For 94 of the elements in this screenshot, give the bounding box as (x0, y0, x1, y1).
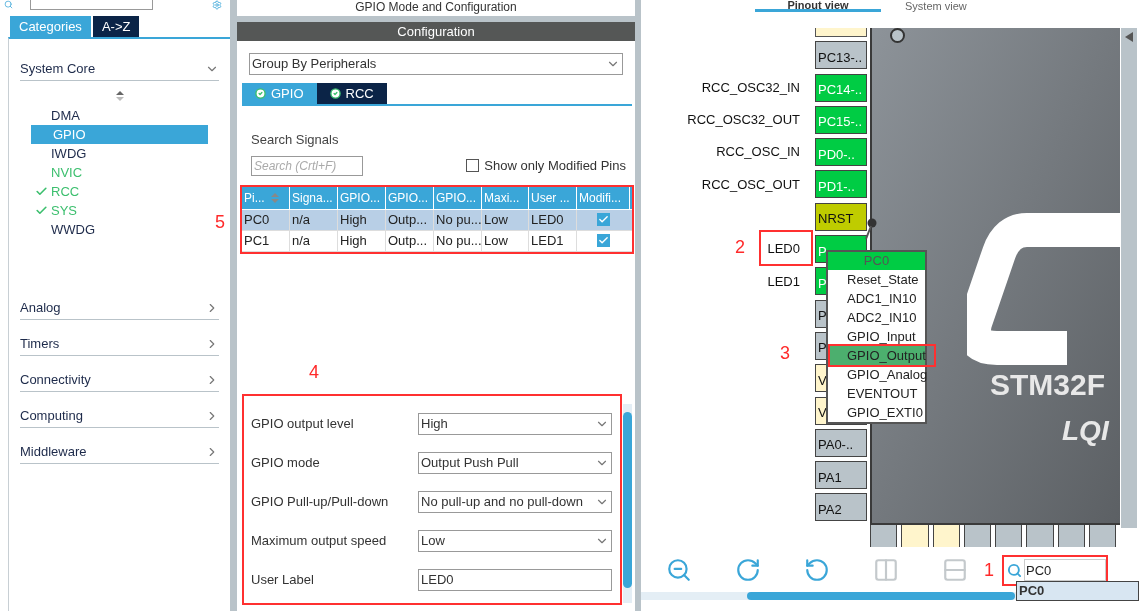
pin-signal-label: RCC_OSC32_IN (701, 79, 800, 95)
annotation-number: 1 (984, 561, 994, 579)
category-header[interactable]: Middleware (20, 428, 219, 464)
annotation-box (759, 230, 813, 266)
suggestion-item[interactable]: PC0 (1017, 582, 1138, 600)
table-cell: Outp... (386, 209, 434, 230)
checkbox[interactable] (597, 234, 610, 247)
table-row[interactable]: PC0 n/a High Outp... No pu... Low LED0 (242, 209, 632, 231)
menu-item[interactable]: ADC1_IN10 (828, 289, 925, 308)
search-icon[interactable] (1007, 561, 1022, 579)
sort-icon[interactable] (115, 91, 124, 101)
panel-title: GPIO Mode and Configuration (237, 0, 635, 16)
peripheral-tab[interactable]: RCC (316, 83, 387, 104)
scrollbar[interactable] (1121, 28, 1137, 528)
annotation-number: 4 (309, 363, 319, 381)
dropdown[interactable]: Low (418, 529, 612, 552)
rotate-left-icon[interactable] (804, 557, 830, 583)
scrollbar[interactable] (623, 404, 632, 603)
field-label: GPIO output level (251, 414, 355, 433)
dropdown[interactable]: No pull-up and no pull-down (418, 490, 612, 513)
group-by-dropdown[interactable]: Group By Peripherals (249, 53, 623, 75)
annotation-number: 3 (780, 344, 790, 362)
field-label: Maximum output speed (251, 531, 388, 550)
settings-icon[interactable] (210, 0, 224, 10)
pin-signal-label: LED0 (767, 241, 800, 257)
table-cell: High (338, 230, 386, 251)
table-cell: Low (482, 230, 529, 251)
pin-pad[interactable]: PA0-.. (815, 428, 867, 457)
rotate-right-icon[interactable] (735, 557, 761, 583)
table-cell: n/a (290, 209, 338, 230)
table-cell: No pu... (434, 209, 482, 230)
search-field[interactable]: Search (Crtl+F) (251, 155, 363, 176)
table-cell: n/a (290, 230, 338, 251)
field-label: User Label (251, 570, 315, 589)
scroll-left-arrow-icon[interactable] (1125, 32, 1133, 42)
annotation-number: 2 (735, 238, 745, 256)
dropdown[interactable]: High (418, 412, 612, 435)
table-row[interactable]: PC1 n/a High Outp... No pu... Low LED1 (242, 230, 632, 252)
pin-pad[interactable]: NRST (815, 202, 867, 231)
check-icon (598, 214, 609, 225)
search-label: Search Signals (251, 131, 340, 149)
category-header[interactable]: Computing (20, 392, 219, 428)
pin-pad[interactable]: PA1 (815, 461, 867, 490)
search-icon[interactable] (3, 0, 14, 9)
check-icon (34, 185, 48, 198)
table-cell: Outp... (386, 230, 434, 251)
field-label: GPIO Pull-up/Pull-down (251, 492, 390, 511)
pin-pad (815, 28, 867, 37)
chip-package: LQI (1062, 414, 1109, 448)
table-cell: PC1 (242, 230, 290, 251)
annotation-number: 5 (215, 213, 225, 231)
pin-search-field[interactable]: PC0 (1024, 559, 1106, 581)
input-field[interactable]: LED0 (418, 568, 612, 591)
checkbox[interactable] (597, 213, 610, 226)
pin-pad[interactable]: PC13-.. (815, 41, 867, 70)
table-cell: Low (482, 209, 529, 230)
check-circle-icon (329, 88, 341, 99)
pin-signal-label: LED1 (767, 273, 800, 289)
section-header: Configuration (237, 22, 635, 41)
menu-item[interactable]: ADC2_IN10 (828, 308, 925, 327)
search-field[interactable] (30, 0, 153, 10)
pin-menu-title: PC0 (828, 252, 925, 270)
field-label: GPIO mode (251, 453, 321, 472)
pin-pad[interactable]: PA2 (815, 493, 867, 522)
zoom-out-icon[interactable] (666, 557, 692, 583)
chip-name: STM32F (990, 367, 1106, 403)
menu-item[interactable]: EVENTOUT (828, 384, 925, 403)
menu-item[interactable]: GPIO_EXTI0 (828, 403, 925, 422)
table-cell: No pu... (434, 230, 482, 251)
category-item[interactable]: DMA (31, 106, 208, 125)
pin-signal-label: RCC_OSC_IN (716, 144, 800, 160)
checkbox[interactable] (466, 159, 480, 172)
view-tab[interactable]: System view (891, 0, 981, 12)
table-cell: LED0 (529, 209, 577, 230)
checkbox-label: Show only Modified Pins (484, 156, 626, 175)
dropdown[interactable]: Output Push Pull (418, 451, 612, 474)
category-header[interactable]: Connectivity (20, 356, 219, 392)
category-tab[interactable]: A->Z (92, 16, 140, 37)
pin-signal-label: RCC_OSC_OUT (701, 176, 800, 192)
menu-item[interactable]: Reset_State (828, 270, 925, 289)
menu-item[interactable]: GPIO_Input (828, 327, 925, 346)
category-header[interactable]: Analog (20, 284, 219, 320)
category-item[interactable]: IWDG (31, 144, 208, 163)
category-header[interactable]: System Core (20, 45, 219, 81)
table-cell: LED1 (529, 230, 577, 251)
table-cell: PC0 (242, 209, 290, 230)
check-circle-icon (255, 88, 266, 99)
table-cell: High (338, 209, 386, 230)
view-tab[interactable]: Pinout view (755, 0, 881, 12)
check-icon (34, 204, 48, 217)
category-item[interactable]: WWDG (31, 220, 208, 239)
pin-signal-label: RCC_OSC32_OUT (687, 112, 800, 128)
category-header[interactable]: Timers (20, 320, 219, 356)
check-icon (598, 235, 609, 246)
